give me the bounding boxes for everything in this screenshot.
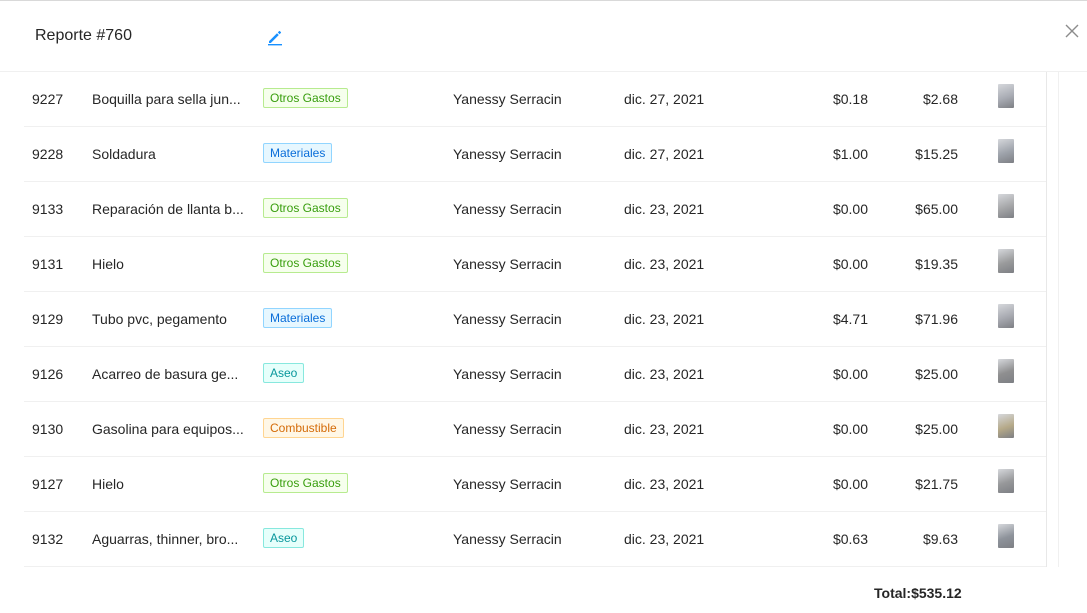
category-tag: Combustible [263,418,344,438]
expense-date: dic. 27, 2021 [624,146,705,162]
expense-description: Hielo [92,256,124,272]
edit-icon[interactable] [266,28,284,46]
category-tag: Otros Gastos [263,253,348,273]
expense-total: $25.00 [915,421,958,437]
category-tag: Materiales [263,308,333,328]
expense-description: Gasolina para equipos... [92,421,244,437]
expense-user: Yanessy Serracin [453,201,562,217]
expense-tax: $0.00 [832,476,868,492]
expense-user: Yanessy Serracin [453,531,562,547]
modal-title: Reporte #760 [35,27,132,44]
category-tag: Materiales [263,143,333,163]
receipt-thumbnail[interactable] [998,304,1014,328]
expense-user: Yanessy Serracin [453,421,562,437]
expense-total: $15.25 [915,146,958,162]
table-row[interactable]: 9131 Hielo Otros Gastos Yanessy Serracin dic… [24,237,1046,292]
report-total: Total:$535.12 [874,585,962,601]
expense-id: 9132 [32,531,64,547]
table-row[interactable]: 9228 Soldadura Materiales Yanessy Serracin d… [24,127,1046,182]
category-tag: Otros Gastos [263,473,348,493]
table-row[interactable]: 9132 Aguarras, thinner, bro... Aseo Yanessy… [24,512,1046,567]
expense-user: Yanessy Serracin [453,311,562,327]
expense-id: 9127 [32,476,64,492]
expense-total: $65.00 [915,201,958,217]
expense-date: dic. 23, 2021 [624,311,705,327]
table-row[interactable]: 9130 Gasolina para equipos... Combustible Y… [24,402,1046,457]
receipt-thumbnail[interactable] [998,359,1014,383]
expense-description: Reparación de llanta b... [92,201,244,217]
expense-date: dic. 23, 2021 [624,476,705,492]
receipt-thumbnail[interactable] [998,84,1014,108]
expense-total: $71.96 [915,311,958,327]
expense-id: 9129 [32,311,64,327]
expense-tax: $0.00 [832,256,868,272]
expense-user: Yanessy Serracin [453,256,562,272]
table-row[interactable]: 9127 Hielo Otros Gastos Yanessy Serracin dic… [24,457,1046,512]
table-row[interactable]: 9227 Boquilla para sella jun... Otros Gast… [24,72,1046,127]
table-row[interactable]: 9133 Reparación de llanta b... Otros Gasto… [24,182,1046,237]
expense-id: 9131 [32,256,64,272]
total-value: $535.12 [911,585,962,601]
expense-total: $21.75 [915,476,958,492]
expense-total: $25.00 [915,366,958,382]
modal-scrollbar[interactable] [1058,72,1086,567]
receipt-thumbnail[interactable] [998,249,1014,273]
total-label: Total: [874,585,912,601]
expense-id: 9228 [32,146,64,162]
expense-description: Tubo pvc, pegamento [92,311,227,327]
expense-description: Soldadura [92,146,156,162]
expense-total: $9.63 [922,531,958,547]
expense-tax: $0.18 [832,91,868,107]
expense-total: $2.68 [922,91,958,107]
expense-user: Yanessy Serracin [453,476,562,492]
expense-description: Aguarras, thinner, bro... [92,531,239,547]
expense-tax: $0.63 [832,531,868,547]
category-tag: Otros Gastos [263,198,348,218]
expense-tax: $0.00 [832,421,868,437]
expense-tax: $0.00 [832,366,868,382]
category-tag: Aseo [263,363,305,383]
receipt-thumbnail[interactable] [998,139,1014,163]
expense-date: dic. 23, 2021 [624,421,705,437]
expense-tax: $1.00 [832,146,868,162]
expense-id: 9227 [32,91,64,107]
table-right-border [1046,72,1047,567]
expense-tax: $4.71 [832,311,868,327]
expense-tax: $0.00 [832,201,868,217]
modal-header: Reporte #760 [0,1,1087,72]
report-modal: Reporte #760 9227 Boquilla para sella jun… [0,0,1087,613]
category-tag: Aseo [263,528,305,548]
expense-user: Yanessy Serracin [453,366,562,382]
expense-date: dic. 23, 2021 [624,256,705,272]
expense-description: Acarreo de basura ge... [92,366,239,382]
expense-id: 9133 [32,201,64,217]
expense-table: 9227 Boquilla para sella jun... Otros Gast… [24,72,1046,567]
table-row[interactable]: 9126 Acarreo de basura ge... Aseo Yanessy S… [24,347,1046,402]
expense-date: dic. 23, 2021 [624,531,705,547]
expense-date: dic. 23, 2021 [624,366,705,382]
expense-id: 9126 [32,366,64,382]
expense-date: dic. 23, 2021 [624,201,705,217]
expense-id: 9130 [32,421,64,437]
close-icon[interactable] [1061,20,1083,42]
receipt-thumbnail[interactable] [998,469,1014,493]
receipt-thumbnail[interactable] [998,194,1014,218]
expense-user: Yanessy Serracin [453,91,562,107]
table-row[interactable]: 9129 Tubo pvc, pegamento Materiales Yanessy… [24,292,1046,347]
expense-date: dic. 27, 2021 [624,91,705,107]
expense-total: $19.35 [915,256,958,272]
receipt-thumbnail[interactable] [998,524,1014,548]
category-tag: Otros Gastos [263,88,348,108]
expense-user: Yanessy Serracin [453,146,562,162]
expense-description: Hielo [92,476,124,492]
receipt-thumbnail[interactable] [998,414,1014,438]
expense-description: Boquilla para sella jun... [92,91,241,107]
